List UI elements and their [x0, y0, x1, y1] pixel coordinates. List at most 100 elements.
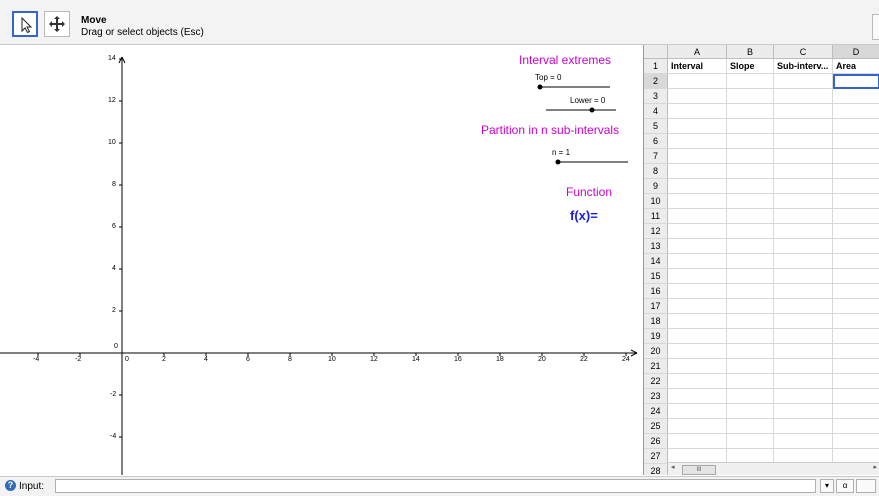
- scrollbar-thumb[interactable]: III: [682, 465, 716, 475]
- graphics-view[interactable]: -4 -2 0 2 4 6 8 10 12 14 16 18 20 22 24 …: [0, 45, 640, 475]
- spreadsheet-cell[interactable]: [774, 359, 833, 374]
- row-header[interactable]: 18: [644, 314, 668, 329]
- spreadsheet-cell[interactable]: [668, 149, 727, 164]
- spreadsheet-cell[interactable]: [727, 314, 774, 329]
- row-header[interactable]: 17: [644, 299, 668, 314]
- row-header[interactable]: 16: [644, 284, 668, 299]
- interval-extremes-title[interactable]: Interval extremes: [519, 53, 611, 67]
- row-header[interactable]: 4: [644, 104, 668, 119]
- spreadsheet-cell[interactable]: [668, 239, 727, 254]
- row-header[interactable]: 22: [644, 374, 668, 389]
- spreadsheet-cell[interactable]: [727, 329, 774, 344]
- spreadsheet-cell[interactable]: [668, 329, 727, 344]
- spreadsheet-cell[interactable]: [774, 194, 833, 209]
- spreadsheet-cell[interactable]: [833, 89, 879, 104]
- scroll-left-icon[interactable]: ◂: [671, 463, 675, 471]
- spreadsheet-cell[interactable]: [727, 194, 774, 209]
- spreadsheet-cell[interactable]: [727, 224, 774, 239]
- spreadsheet-cell[interactable]: [668, 194, 727, 209]
- spreadsheet-cell[interactable]: [727, 239, 774, 254]
- input-field[interactable]: [55, 479, 816, 493]
- spreadsheet-cell[interactable]: [668, 434, 727, 449]
- spreadsheet-cell[interactable]: [833, 239, 879, 254]
- spreadsheet-cell[interactable]: [668, 104, 727, 119]
- spreadsheet-cell[interactable]: [774, 314, 833, 329]
- spreadsheet-cell[interactable]: [668, 269, 727, 284]
- spreadsheet-cell[interactable]: [727, 164, 774, 179]
- spreadsheet-cell[interactable]: [668, 344, 727, 359]
- spreadsheet-cell[interactable]: [774, 434, 833, 449]
- spreadsheet-cell[interactable]: [833, 374, 879, 389]
- spreadsheet-cell[interactable]: [727, 269, 774, 284]
- help-icon[interactable]: ?: [5, 480, 16, 491]
- spreadsheet-cell[interactable]: [668, 389, 727, 404]
- spreadsheet-cell[interactable]: [727, 359, 774, 374]
- column-header-b[interactable]: B: [727, 45, 774, 59]
- symbol-button[interactable]: α: [836, 479, 854, 493]
- spreadsheet-cell[interactable]: [774, 269, 833, 284]
- spreadsheet-cell[interactable]: [727, 119, 774, 134]
- spreadsheet-cell[interactable]: [833, 269, 879, 284]
- spreadsheet-cell[interactable]: [774, 149, 833, 164]
- spreadsheet-cell[interactable]: [774, 224, 833, 239]
- spreadsheet-cell[interactable]: [774, 284, 833, 299]
- row-header[interactable]: 15: [644, 269, 668, 284]
- spreadsheet-cell[interactable]: [668, 119, 727, 134]
- spreadsheet-cell[interactable]: [833, 284, 879, 299]
- spreadsheet-cell[interactable]: [774, 374, 833, 389]
- spreadsheet-cell[interactable]: [727, 134, 774, 149]
- spreadsheet-cell[interactable]: [668, 299, 727, 314]
- row-header[interactable]: 10: [644, 194, 668, 209]
- toolbar-edge-button[interactable]: [872, 14, 879, 40]
- spreadsheet-cell[interactable]: [727, 284, 774, 299]
- spreadsheet-cell[interactable]: [668, 284, 727, 299]
- row-header[interactable]: 14: [644, 254, 668, 269]
- spreadsheet-cell[interactable]: [727, 419, 774, 434]
- spreadsheet-cell[interactable]: [668, 89, 727, 104]
- spreadsheet-cell[interactable]: [774, 134, 833, 149]
- row-header[interactable]: 2: [644, 74, 668, 89]
- spreadsheet-cell[interactable]: [668, 209, 727, 224]
- row-header[interactable]: 6: [644, 134, 668, 149]
- spreadsheet-cell[interactable]: [668, 224, 727, 239]
- spreadsheet-cell[interactable]: [774, 329, 833, 344]
- spreadsheet-cell[interactable]: [668, 314, 727, 329]
- spreadsheet-cell[interactable]: [833, 419, 879, 434]
- spreadsheet-cell[interactable]: [774, 389, 833, 404]
- spreadsheet-cell[interactable]: [668, 179, 727, 194]
- spreadsheet-cell[interactable]: [774, 254, 833, 269]
- spreadsheet-cell[interactable]: [727, 374, 774, 389]
- spreadsheet-cell[interactable]: [833, 179, 879, 194]
- spreadsheet-cell[interactable]: [833, 134, 879, 149]
- spreadsheet-cell[interactable]: [668, 74, 727, 89]
- spreadsheet-cell[interactable]: Area: [833, 59, 879, 74]
- spreadsheet-cell[interactable]: Slope: [727, 59, 774, 74]
- column-header-d[interactable]: D: [833, 45, 879, 59]
- spreadsheet-cell[interactable]: [727, 344, 774, 359]
- row-header[interactable]: 21: [644, 359, 668, 374]
- spreadsheet-cell[interactable]: [668, 374, 727, 389]
- spreadsheet-cell[interactable]: Sub-interv...: [774, 59, 833, 74]
- spreadsheet-cell[interactable]: [727, 254, 774, 269]
- row-header[interactable]: 24: [644, 404, 668, 419]
- spreadsheet-cell[interactable]: [727, 179, 774, 194]
- spreadsheet-cell[interactable]: [727, 434, 774, 449]
- spreadsheet-cell[interactable]: [833, 149, 879, 164]
- scroll-right-icon[interactable]: ▸: [873, 463, 877, 471]
- column-header-c[interactable]: C: [774, 45, 833, 59]
- row-header[interactable]: 1: [644, 59, 668, 74]
- row-header[interactable]: 27: [644, 449, 668, 464]
- spreadsheet-cell[interactable]: [668, 359, 727, 374]
- top-slider-label[interactable]: Top = 0: [535, 73, 561, 82]
- spreadsheet-cell[interactable]: [668, 164, 727, 179]
- spreadsheet-cell[interactable]: [833, 74, 879, 89]
- spreadsheet-cell[interactable]: [774, 239, 833, 254]
- spreadsheet-cell[interactable]: [774, 89, 833, 104]
- row-header[interactable]: 3: [644, 89, 668, 104]
- n-slider-label[interactable]: n = 1: [552, 148, 570, 157]
- spreadsheet-cell[interactable]: [833, 254, 879, 269]
- spreadsheet-cell[interactable]: [833, 104, 879, 119]
- spreadsheet-cell[interactable]: [774, 299, 833, 314]
- spreadsheet-cell[interactable]: [774, 164, 833, 179]
- row-header[interactable]: 19: [644, 329, 668, 344]
